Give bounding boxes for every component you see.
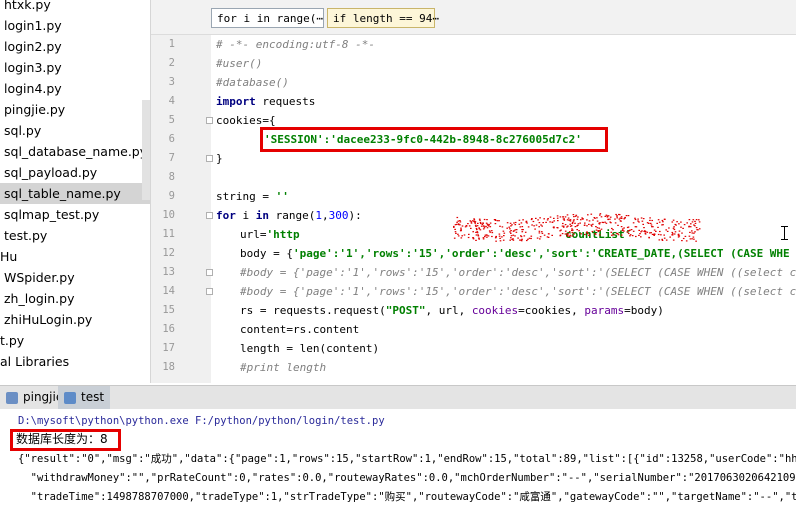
line-number: 5	[168, 114, 175, 126]
line-number: 18	[162, 361, 175, 373]
line-number: 15	[162, 304, 175, 316]
tree-file[interactable]: sql_payload.py	[4, 162, 97, 183]
breadcrumb-if-block[interactable]: if length == 94⋯	[327, 8, 439, 28]
line-number: 4	[168, 95, 175, 107]
tree-file[interactable]: login3.py	[4, 57, 62, 78]
tree-file[interactable]: zh_login.py	[4, 288, 75, 309]
code-line-15: rs = requests.request("POST", url, cooki…	[240, 304, 664, 317]
fold-marker-icon[interactable]	[206, 155, 213, 162]
code-line-13: #body = {'page':'1','rows':'15','order':…	[240, 266, 796, 279]
line-number: 9	[168, 190, 175, 202]
code-line-11: url='http	[240, 228, 300, 241]
code-line-18: #print length	[240, 361, 327, 374]
tree-external-libraries[interactable]: al Libraries	[0, 351, 69, 372]
line-gutter: 1 2 3 4 5 6 7 8 9 10 11 12 13 14 15 16 17 18	[151, 35, 213, 383]
tree-file[interactable]: t.py	[0, 330, 24, 351]
tree-file[interactable]: sql_database_name.py	[4, 141, 147, 162]
tree-file[interactable]: htxk.py	[4, 0, 51, 15]
line-number: 12	[162, 247, 175, 259]
breadcrumb: for i in range(⋯ if length == 94⋯	[151, 0, 796, 35]
code-line-2: #user()	[216, 57, 263, 70]
line-number: 8	[168, 171, 175, 183]
tree-file[interactable]: zhiHuLogin.py	[4, 309, 92, 330]
tree-file[interactable]: sql.py	[4, 120, 41, 141]
console-output-line: "withdrawMoney":"","prRateCount":0,"rate…	[18, 472, 796, 484]
code-line-7: }	[216, 152, 223, 165]
code-editor[interactable]: for i in range(⋯ if length == 94⋯ 123456…	[151, 0, 796, 383]
breadcrumb-for-loop[interactable]: for i in range(⋯	[211, 8, 324, 28]
project-tree: htxk.py login1.py login2.py login3.py lo…	[0, 0, 151, 383]
tree-file[interactable]: test.py	[4, 225, 47, 246]
code-line-10: for i in range(1,300):	[216, 209, 362, 222]
fold-marker-icon[interactable]	[206, 269, 213, 276]
tree-scrollbar[interactable]	[142, 100, 150, 200]
code-line-16: content=rs.content	[240, 323, 360, 336]
highlight-box-db-length	[10, 429, 121, 451]
tab-test[interactable]: test	[58, 386, 111, 409]
console-output-line: {"result":"0","msg":"成功","data":{"page":…	[18, 453, 796, 465]
fold-marker-icon[interactable]	[206, 117, 213, 124]
code-line-14: #body = {'page':'1','rows':'15','order':…	[240, 285, 796, 298]
line-number: 1	[168, 38, 175, 50]
python-file-icon	[6, 391, 18, 404]
highlight-box-session	[260, 127, 608, 152]
code-line-4: import requests	[216, 95, 316, 108]
tree-file[interactable]: login4.py	[4, 78, 62, 99]
tree-file[interactable]: login2.py	[4, 36, 62, 57]
tree-file-selected[interactable]: sql_table_name.py	[0, 183, 150, 204]
fold-marker-icon[interactable]	[206, 288, 213, 295]
line-number: 3	[168, 76, 175, 88]
line-number: 6	[168, 133, 175, 145]
line-number: 13	[162, 266, 175, 278]
run-console[interactable]: D:\mysoft\python\python.exe F:/python/py…	[0, 409, 796, 512]
code-line-3: #database()	[216, 76, 289, 89]
code-line-9: string = ''	[216, 190, 289, 203]
line-number: 17	[162, 342, 175, 354]
python-file-icon	[64, 391, 76, 404]
code-area[interactable]: # -*- encoding:utf-8 -*- #user() #databa…	[216, 35, 796, 383]
line-number: 11	[162, 228, 175, 240]
tree-file[interactable]: pingjie.py	[4, 99, 65, 120]
redaction-scribble	[453, 213, 701, 242]
line-number: 7	[168, 152, 175, 164]
console-output-line: "tradeTime":1498788707000,"tradeType":1,…	[18, 491, 796, 503]
code-line-17: length = len(content)	[240, 342, 380, 355]
line-number: 2	[168, 57, 175, 69]
run-tab-bar: pingjie test	[0, 385, 796, 410]
tree-file[interactable]: Hu	[0, 246, 17, 267]
code-line-1: # -*- encoding:utf-8 -*-	[216, 38, 375, 51]
code-line-12: body = {'page':'1','rows':'15','order':'…	[240, 247, 790, 260]
tree-file[interactable]: WSpider.py	[4, 267, 75, 288]
tree-file[interactable]: sqlmap_test.py	[4, 204, 99, 225]
line-number: 16	[162, 323, 175, 335]
line-number: 14	[162, 285, 175, 297]
fold-marker-icon[interactable]	[206, 212, 213, 219]
text-cursor-icon	[781, 226, 788, 240]
line-number: 10	[162, 209, 175, 221]
tree-file[interactable]: login1.py	[4, 15, 62, 36]
